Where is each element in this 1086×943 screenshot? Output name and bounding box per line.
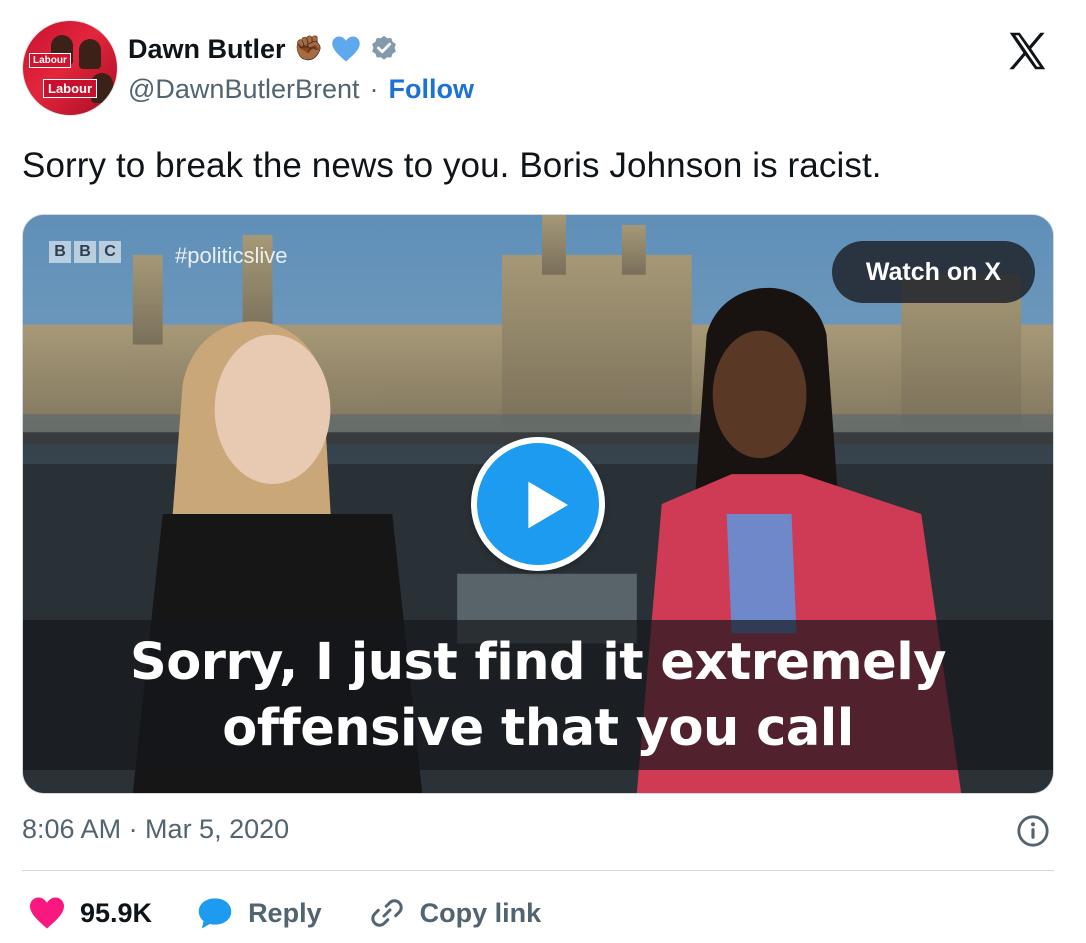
reply-label: Reply: [248, 897, 322, 928]
avatar-sign-small: Labour: [29, 53, 71, 68]
caption-line-2: offensive that you call: [222, 699, 854, 758]
play-button[interactable]: [471, 437, 605, 571]
info-icon[interactable]: [1016, 814, 1050, 848]
reply-button[interactable]: Reply: [196, 896, 322, 930]
blue-heart-icon: [332, 36, 361, 62]
caption-line-1: Sorry, I just find it extremely: [130, 633, 946, 692]
verified-badge-icon: [372, 35, 397, 60]
author-name[interactable]: Dawn Butler: [128, 34, 286, 65]
timestamp-row: 8:06 AM · Mar 5, 2020: [22, 814, 1054, 850]
tweet-header: Labour Labour Dawn Butler ✊🏾 @DawnButler…: [22, 20, 1062, 120]
follow-button[interactable]: Follow: [389, 74, 474, 105]
name-row: Dawn Butler ✊🏾: [128, 32, 399, 66]
action-bar: 95.9K Reply Copy link: [28, 893, 541, 933]
copy-link-label: Copy link: [419, 897, 542, 928]
raised-fist-emoji-icon: ✊🏾: [293, 35, 324, 62]
bbc-letter: B: [49, 241, 71, 263]
bbc-letter: C: [99, 241, 121, 263]
handle-row: @DawnButlerBrent · Follow: [128, 74, 474, 105]
reply-bubble-icon: [198, 898, 232, 929]
x-logo-icon[interactable]: [1004, 28, 1050, 74]
bbc-logo: B B C: [49, 241, 121, 263]
avatar-sign-large: Labour: [43, 79, 98, 98]
video-hashtag: #politicslive: [175, 243, 288, 268]
watch-on-x-button[interactable]: Watch on X: [831, 241, 1035, 303]
like-button[interactable]: 95.9K: [28, 896, 152, 930]
like-count: 95.9K: [80, 897, 153, 928]
heart-icon: [30, 897, 64, 929]
divider: [22, 870, 1054, 871]
video-player[interactable]: B B C #politicslive Watch on X Sorry, I …: [22, 214, 1054, 794]
avatar[interactable]: Labour Labour: [22, 20, 118, 116]
play-icon: [528, 481, 568, 529]
separator-dot: ·: [369, 74, 379, 104]
author-handle[interactable]: @DawnButlerBrent: [128, 74, 360, 105]
tweet-text: Sorry to break the news to you. Boris Jo…: [22, 146, 882, 185]
copy-link-button[interactable]: Copy link: [368, 895, 542, 931]
avatar-person-2: [79, 39, 101, 69]
link-icon: [370, 899, 403, 927]
bbc-letter: B: [74, 241, 96, 263]
tweet-timestamp[interactable]: 8:06 AM · Mar 5, 2020: [22, 814, 289, 844]
